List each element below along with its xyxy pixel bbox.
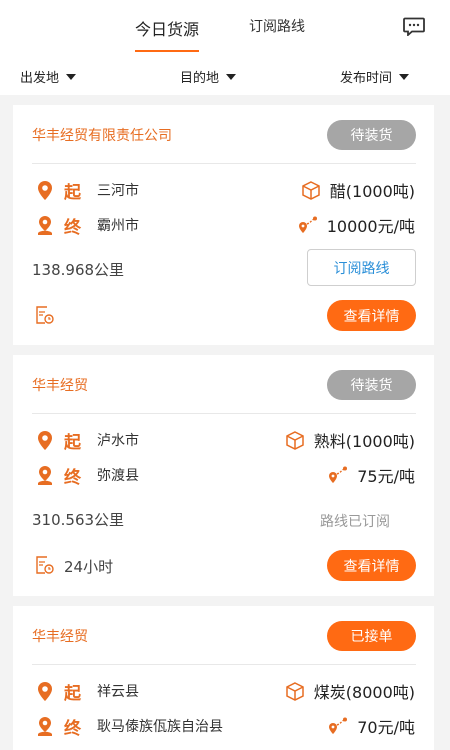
end-city: 弥渡县 [97,468,139,484]
cargo-text: 醋(1000吨) [329,182,415,201]
end-city: 耿马傣族佤族自治县 [97,719,223,735]
end-tag: 终 [64,468,81,488]
route-icon [298,216,317,233]
subscribe-route-button[interactable]: 订阅路线 [307,249,416,286]
status-badge: 待装货 [327,370,416,400]
start-tag: 起 [64,433,81,453]
route-subscribed-label: 路线已订阅 [320,514,390,530]
cargo-text: 煤炭(8000吨) [313,683,415,702]
destination-filter[interactable]: 目的地 [180,67,237,86]
end-tag: 终 [64,218,81,238]
route-icon [329,717,348,734]
cargo-text: 熟料(1000吨) [313,432,415,451]
cargo-info: 醋(1000吨) [301,178,415,202]
end-tag: 终 [64,719,81,739]
distance: 310.563公里 [32,511,125,529]
view-details-button[interactable]: 查看详情 [327,300,416,331]
origin-filter[interactable]: 出发地 [20,67,77,86]
top-header: 今日货源 订阅路线 [0,0,450,58]
view-details-button[interactable]: 查看详情 [327,550,416,581]
price-info: 70元/吨 [328,714,415,738]
location-pin-icon [38,431,52,450]
divider [32,163,416,164]
price-info: 75元/吨 [328,463,415,487]
user-pin-icon [38,466,52,485]
price-text: 10000元/吨 [326,217,415,236]
user-pin-icon [38,216,52,235]
status-badge: 待装货 [327,120,416,150]
start-tag: 起 [64,684,81,704]
user-pin-icon [38,717,52,736]
tab-today-cargo[interactable]: 今日货源 [135,16,200,52]
distance: 138.968公里 [32,261,125,279]
filter-bar: 出发地 目的地 发布时间 [0,58,450,95]
end-row: 终 弥渡县 75元/吨 [13,463,434,488]
company-name: 华丰经贸有限责任公司 [32,128,172,144]
package-icon [302,180,320,200]
document-clock-icon [36,556,54,574]
start-tag: 起 [64,183,81,203]
package-icon [286,430,304,450]
company-name: 华丰经贸 [32,629,88,645]
end-city: 霸州市 [97,218,139,234]
destination-filter-label: 目的地 [180,71,220,86]
price-text: 75元/吨 [357,467,415,486]
start-row: 起 三河市 醋(1000吨) [13,178,434,203]
dropdown-triangle-icon [66,73,77,80]
package-icon [286,681,304,701]
location-pin-icon [38,682,52,701]
divider [32,413,416,414]
document-clock-icon [36,306,54,324]
end-row: 终 霸州市 10000元/吨 [13,213,434,238]
start-city: 祥云县 [97,684,139,700]
cargo-card[interactable]: 华丰经贸有限责任公司 待装货 起 三河市 醋(1000吨) 终 霸州市 1000… [13,105,434,345]
dropdown-triangle-icon [226,73,237,80]
origin-filter-label: 出发地 [20,71,60,86]
status-badge: 已接单 [327,621,416,651]
company-name: 华丰经贸 [32,378,88,394]
tab-subscribed-routes[interactable]: 订阅路线 [249,16,305,36]
cargo-card[interactable]: 华丰经贸 已接单 起 祥云县 煤炭(8000吨) 终 耿马傣族佤族自治县 70元… [13,606,434,750]
cargo-info: 熟料(1000吨) [285,428,415,452]
price-info: 10000元/吨 [298,213,415,237]
end-row: 终 耿马傣族佤族自治县 70元/吨 [13,714,434,739]
start-row: 起 泸水市 熟料(1000吨) [13,428,434,453]
divider [32,664,416,665]
route-icon [329,466,348,483]
publish-time-filter-label: 发布时间 [340,71,393,86]
valid-duration: 24小时 [64,558,114,576]
start-row: 起 祥云县 煤炭(8000吨) [13,679,434,704]
cargo-info: 煤炭(8000吨) [285,679,415,703]
location-pin-icon [38,181,52,200]
start-city: 泸水市 [97,433,139,449]
dropdown-triangle-icon [399,73,410,80]
start-city: 三河市 [97,183,139,199]
cargo-card[interactable]: 华丰经贸 待装货 起 泸水市 熟料(1000吨) 终 弥渡县 75元/吨 310… [13,355,434,596]
price-text: 70元/吨 [357,718,415,737]
publish-time-filter[interactable]: 发布时间 [340,67,410,86]
chat-icon[interactable] [403,17,425,36]
